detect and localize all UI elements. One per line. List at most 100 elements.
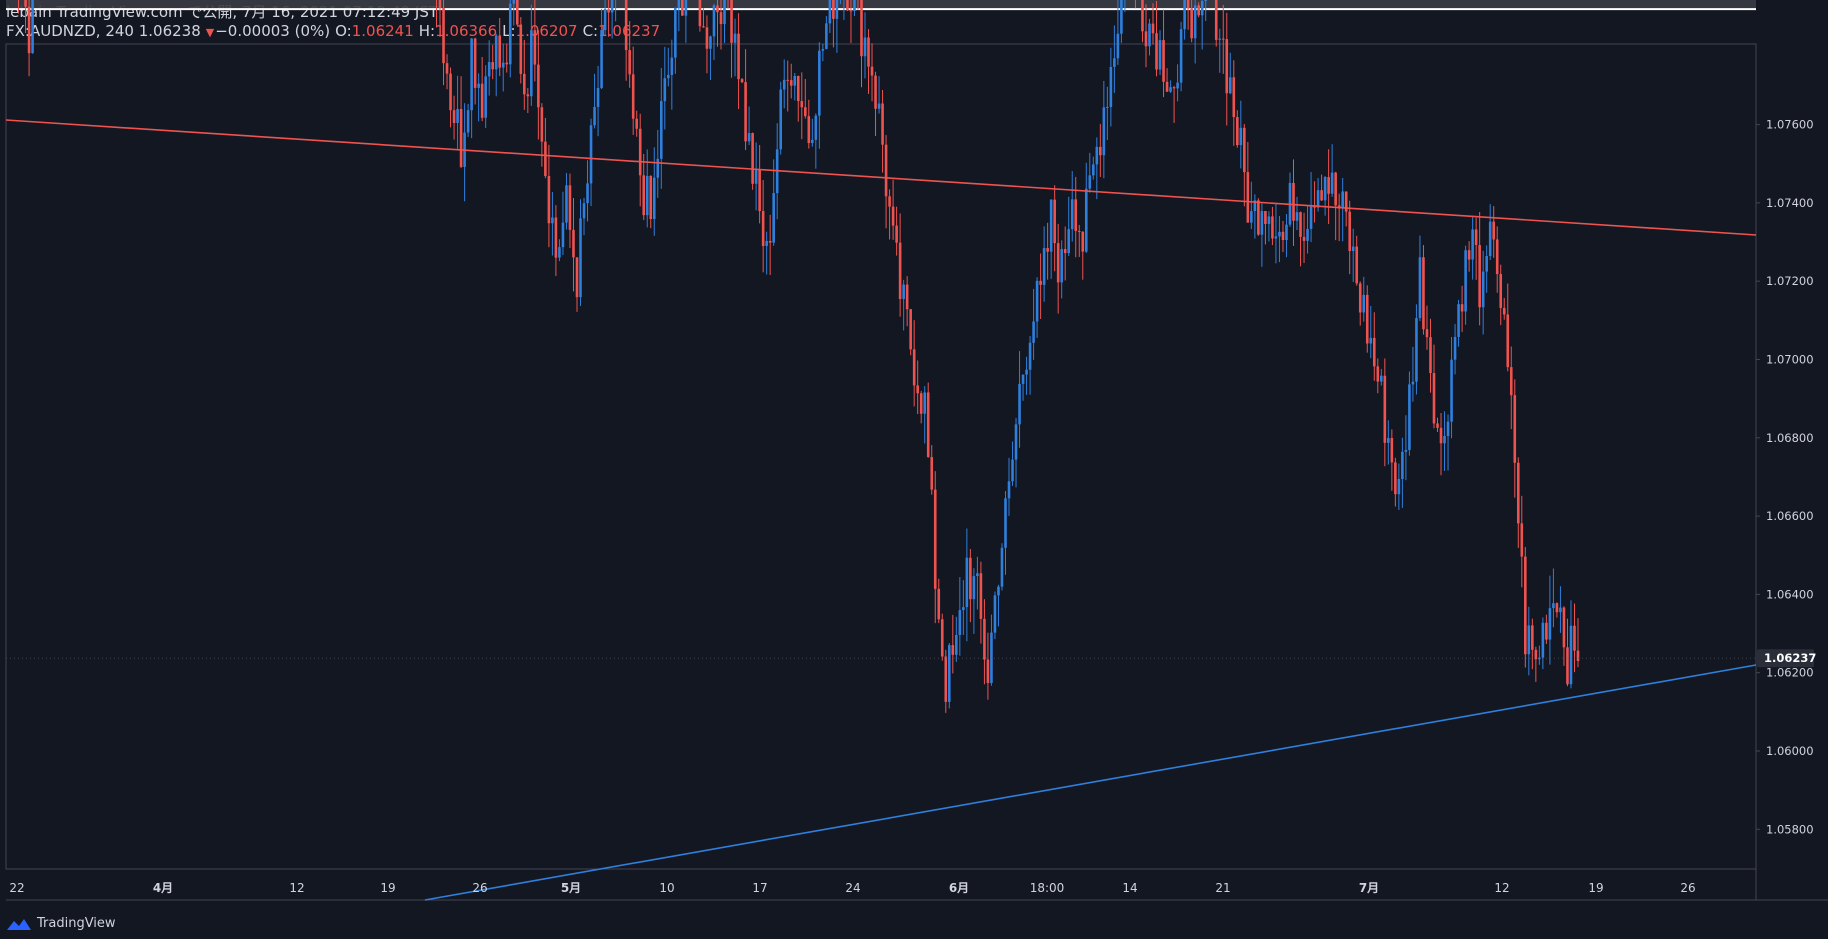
candle-body[interactable]	[793, 75, 797, 86]
candle-body[interactable]	[955, 634, 958, 655]
candle-body[interactable]	[1274, 236, 1278, 239]
candle-body[interactable]	[747, 133, 751, 142]
candle-body[interactable]	[912, 349, 916, 386]
candle-body[interactable]	[508, 3, 512, 65]
candle-body[interactable]	[863, 37, 867, 57]
resistance-zone[interactable]	[6, 0, 1756, 10]
candle-body[interactable]	[832, 0, 835, 19]
candle-body[interactable]	[723, 0, 726, 25]
candle-body[interactable]	[1179, 29, 1183, 83]
candle-body[interactable]	[730, 0, 733, 43]
candle-body[interactable]	[1457, 304, 1460, 337]
candle-body[interactable]	[1471, 229, 1474, 260]
candle-body[interactable]	[642, 175, 646, 216]
candle-body[interactable]	[484, 76, 487, 118]
candle-body[interactable]	[1018, 383, 1021, 425]
candle-body[interactable]	[1113, 58, 1116, 67]
candle-body[interactable]	[1509, 367, 1513, 396]
candle-body[interactable]	[656, 158, 660, 178]
candle-body[interactable]	[1025, 369, 1028, 375]
candle-body[interactable]	[947, 645, 951, 702]
candle-body[interactable]	[1576, 650, 1580, 661]
candle-body[interactable]	[1383, 375, 1387, 443]
candle-body[interactable]	[1320, 190, 1323, 201]
candle-body[interactable]	[1035, 280, 1039, 322]
candle-body[interactable]	[712, 5, 716, 37]
candle-body[interactable]	[1148, 23, 1151, 47]
candle-body[interactable]	[505, 62, 509, 65]
candle-body[interactable]	[919, 393, 923, 414]
candle-body[interactable]	[740, 79, 744, 83]
candle-body[interactable]	[1372, 337, 1376, 367]
candle-body[interactable]	[1264, 211, 1267, 224]
candle-body[interactable]	[1214, 0, 1218, 40]
candle-body[interactable]	[1376, 366, 1380, 382]
candle-body[interactable]	[1151, 23, 1155, 34]
candle-body[interactable]	[1193, 5, 1197, 39]
candle-body[interactable]	[1295, 212, 1299, 221]
candle-body[interactable]	[1443, 436, 1446, 444]
candle-body[interactable]	[1162, 40, 1165, 82]
candle-body[interactable]	[733, 33, 737, 43]
tradingview-footer[interactable]: TradingView	[6, 916, 116, 931]
candle-body[interactable]	[796, 75, 800, 102]
candle-body[interactable]	[1432, 373, 1436, 424]
candle-body[interactable]	[1021, 374, 1025, 384]
candle-body[interactable]	[821, 49, 825, 51]
candle-body[interactable]	[438, 0, 442, 8]
candle-body[interactable]	[1190, 8, 1193, 39]
candle-body[interactable]	[1488, 221, 1492, 256]
candle-body[interactable]	[986, 659, 990, 683]
candle-body[interactable]	[684, 0, 688, 16]
candle-body[interactable]	[1415, 318, 1418, 382]
candle-body[interactable]	[652, 177, 656, 220]
candle-body[interactable]	[1408, 384, 1411, 450]
candle-body[interactable]	[923, 392, 927, 414]
candle-body[interactable]	[1520, 523, 1524, 557]
candle-body[interactable]	[1362, 294, 1366, 313]
candle-body[interactable]	[663, 78, 667, 102]
candle-body[interactable]	[631, 74, 635, 119]
candle-body[interactable]	[649, 175, 653, 220]
candle-body[interactable]	[1450, 359, 1453, 422]
candle-body[interactable]	[1183, 0, 1186, 30]
candle-body[interactable]	[523, 73, 526, 95]
candle-body[interactable]	[1056, 243, 1060, 283]
candle-body[interactable]	[1365, 294, 1369, 344]
candle-body[interactable]	[761, 211, 765, 246]
candle-body[interactable]	[825, 23, 828, 50]
candle-body[interactable]	[635, 118, 639, 129]
candle-body[interactable]	[976, 573, 979, 577]
candle-body[interactable]	[477, 83, 480, 88]
candle-body[interactable]	[1411, 381, 1415, 385]
candle-body[interactable]	[565, 185, 568, 223]
candle-body[interactable]	[895, 225, 898, 243]
candle-body[interactable]	[1176, 82, 1179, 89]
candle-body[interactable]	[1506, 314, 1510, 368]
candle-body[interactable]	[1088, 175, 1092, 189]
candle-body[interactable]	[596, 88, 600, 107]
candle-body[interactable]	[898, 242, 902, 300]
candle-body[interactable]	[916, 385, 919, 394]
candle-body[interactable]	[459, 109, 463, 167]
candle-body[interactable]	[905, 284, 909, 310]
candle-body[interactable]	[466, 110, 470, 133]
candle-body[interactable]	[1007, 481, 1011, 499]
candle-body[interactable]	[835, 0, 839, 19]
candle-body[interactable]	[1267, 216, 1271, 224]
candle-body[interactable]	[1566, 647, 1569, 685]
candle-body[interactable]	[1495, 239, 1499, 275]
candle-body[interactable]	[1418, 257, 1422, 319]
candle-body[interactable]	[677, 0, 681, 8]
candle-body[interactable]	[645, 175, 649, 216]
candle-body[interactable]	[593, 106, 596, 126]
candle-body[interactable]	[1014, 424, 1018, 460]
candle-body[interactable]	[782, 79, 786, 90]
candle-body[interactable]	[1513, 395, 1517, 463]
candle-body[interactable]	[702, 26, 705, 28]
resistance-trendline[interactable]	[5, 119, 1757, 236]
candle-body[interactable]	[554, 217, 558, 258]
candle-body[interactable]	[807, 116, 811, 144]
candle-body[interactable]	[1084, 188, 1088, 252]
candle-body[interactable]	[933, 489, 937, 589]
